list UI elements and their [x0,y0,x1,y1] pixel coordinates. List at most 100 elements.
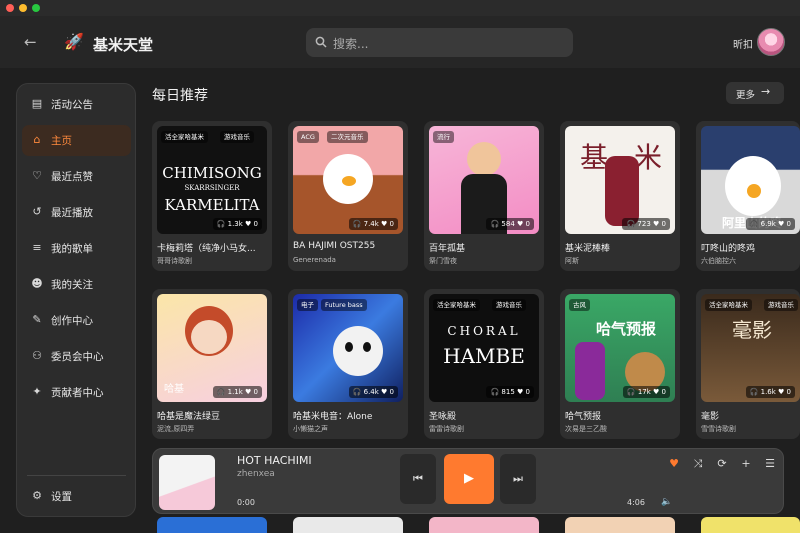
song-artist: 雪雪诗歌剧 [701,425,736,433]
song-cover: 流行 🎧 584 ♥ 0 [429,126,539,234]
character-head [467,142,501,176]
sidebar-item-label: 最近播放 [51,207,93,219]
song-card[interactable]: 电子 Future bass 🎧 6.4k ♥ 0 哈基米电音：Alone 小懒… [288,289,408,439]
song-card[interactable]: 流行 🎧 584 ♥ 0 百年孤基 祭门雪夜 [424,121,544,271]
sidebar-item-settings[interactable]: ⚙ 设置 [22,481,131,512]
sidebar-item-recent-plays[interactable]: ↺ 最近播放 [22,197,131,228]
song-title: 毫影 [701,412,720,422]
more-button[interactable]: 更多 → [726,82,784,104]
genre-tag: 活全家哈基米 [705,299,752,311]
follow-icon: ☻ [31,277,43,290]
song-title: 圣咏殿 [429,412,457,422]
heart-icon: ♡ [32,169,42,182]
song-card-preview[interactable] [157,517,267,533]
search-placeholder: 搜索... [333,37,369,51]
playlist-icon: ≡ [32,241,42,254]
song-cover: CHORAL HAMBE 活全家哈基米 游戏音乐 🎧 815 ♥ 0 [429,294,539,402]
song-card[interactable]: ACG 二次元音乐 🎧 7.4k ♥ 0 BA HAJIMI OST255 Ge… [288,121,408,271]
song-card[interactable]: 毫影 活全家哈基米 游戏音乐 🎧 1.6k ♥ 0 毫影 雪雪诗歌剧 [696,289,800,439]
song-artist: 阿斯 [565,257,579,265]
song-title: 基米泥棒棒 [565,244,611,254]
like-count: 0 [786,220,791,228]
search-input[interactable]: 搜索... [306,28,573,57]
song-card-preview[interactable] [293,517,403,533]
song-artist: 六伯脑控六 [701,257,736,265]
sidebar-item-committee-center[interactable]: ⚇ 委员会中心 [22,341,131,372]
heart-icon[interactable]: ♥ [667,457,681,471]
song-artist: 哥哥诗歌剧 [157,257,192,265]
song-cover: 电子 Future bass 🎧 6.4k ♥ 0 [293,294,403,402]
sidebar-item-label: 设置 [51,491,72,503]
add-icon[interactable]: + [739,457,753,471]
song-card[interactable]: 阿里山的咚 🎧 6.9k ♥ 0 叮咚山的咚鸡 六伯脑控六 [696,121,800,271]
sidebar-item-my-playlists[interactable]: ≡ 我的歌单 [22,233,131,264]
total-time: 4:06 [627,498,645,507]
next-button[interactable]: ⏭ [500,454,536,504]
minimize-window-button[interactable] [19,4,27,12]
character-illustration [575,342,605,400]
play-icon: ▶ [464,471,474,486]
previous-button[interactable]: ⏮ [400,454,436,504]
play-count: 584 [501,220,515,228]
song-card-preview[interactable] [429,517,539,533]
sidebar-item-label: 委员会中心 [51,351,104,363]
sidebar-item-creator-center[interactable]: ✎ 创作中心 [22,305,131,336]
song-cover: 哈气预报 古风 🎧 17k ♥ 0 [565,294,675,402]
genre-tag: 游戏音乐 [492,299,526,311]
avatar[interactable] [757,28,785,56]
mask-eye [345,342,353,352]
sidebar-item-home[interactable]: ⌂ 主页 [22,125,131,156]
username[interactable]: 昕扣 [733,36,753,51]
sidebar-item-announcements[interactable]: ▤ 活动公告 [22,89,131,120]
next-row-preview [152,517,800,533]
queue-icon[interactable]: ☰ [763,457,777,471]
genre-tag: 电子 [297,299,318,311]
song-card[interactable]: 哈基 🎧 1.1k ♥ 0 哈基是魔法绿豆 泥流,原四弄 [152,289,272,439]
cover-text: HAMBE [443,344,525,368]
song-artist: 泥流,原四弄 [157,425,195,433]
play-stats: 🎧 7.4k ♥ 0 [348,218,398,230]
song-card[interactable]: CHIMISONG SKARRSINGER KARMELITA 活全家哈基米 游… [152,121,272,271]
song-card-preview[interactable] [565,517,675,533]
song-card[interactable]: CHORAL HAMBE 活全家哈基米 游戏音乐 🎧 815 ♥ 0 圣咏殿 雷… [424,289,544,439]
shuffle-icon[interactable]: ⤨ [691,457,705,471]
play-stats: 🎧 1.6k ♥ 0 [745,386,795,398]
song-cover: 毫影 活全家哈基米 游戏音乐 🎧 1.6k ♥ 0 [701,294,800,402]
now-playing-title: HOT HACHIMI [237,454,312,467]
play-count: 6.4k [363,388,379,396]
song-card[interactable]: 哈气预报 古风 🎧 17k ♥ 0 哈气预报 次易是三乙酸 [560,289,680,439]
song-artist: 次易是三乙酸 [565,425,607,433]
window-titlebar [0,0,800,16]
repeat-icon[interactable]: ⟳ [715,457,729,471]
rocket-logo-icon: 🚀 [64,32,84,51]
sidebar-item-recent-likes[interactable]: ♡ 最近点赞 [22,161,131,192]
arrow-left-icon[interactable]: ← [24,34,40,50]
genre-tag: Future bass [321,299,367,311]
play-stats: 🎧 6.9k ♥ 0 [745,218,795,230]
play-count: 1.1k [227,388,243,396]
close-window-button[interactable] [6,4,14,12]
now-playing-cover[interactable] [159,455,215,510]
song-card-preview[interactable] [701,517,800,533]
song-cover: 哈基 🎧 1.1k ♥ 0 [157,294,267,402]
volume-icon[interactable]: 🔈 [661,497,672,507]
sidebar-divider [27,475,126,476]
sidebar-item-label: 创作中心 [51,315,93,327]
sidebar-item-following[interactable]: ☻ 我的关注 [22,269,131,300]
sidebar-item-contributor-center[interactable]: ✦ 贡献者中心 [22,377,131,408]
play-count: 7.4k [363,220,379,228]
play-count: 1.6k [760,388,776,396]
song-title: 卡梅莉塔（纯净小马女... [157,244,256,254]
play-button[interactable]: ▶ [444,454,494,504]
play-stats: 🎧 1.3k ♥ 0 [212,218,262,230]
song-title: 哈基米电音：Alone [293,412,373,422]
play-stats: 🎧 17k ♥ 0 [622,386,670,398]
song-cover: CHIMISONG SKARRSINGER KARMELITA 活全家哈基米 游… [157,126,267,234]
song-card[interactable]: 基 米 🎧 723 ♥ 0 基米泥棒棒 阿斯 [560,121,680,271]
like-count: 0 [253,388,258,396]
group-icon: ⚇ [32,349,42,362]
arrow-right-icon: → [761,85,771,98]
play-stats: 🎧 815 ♥ 0 [486,386,534,398]
maximize-window-button[interactable] [32,4,40,12]
now-playing-artist[interactable]: zhenxea [237,469,275,479]
